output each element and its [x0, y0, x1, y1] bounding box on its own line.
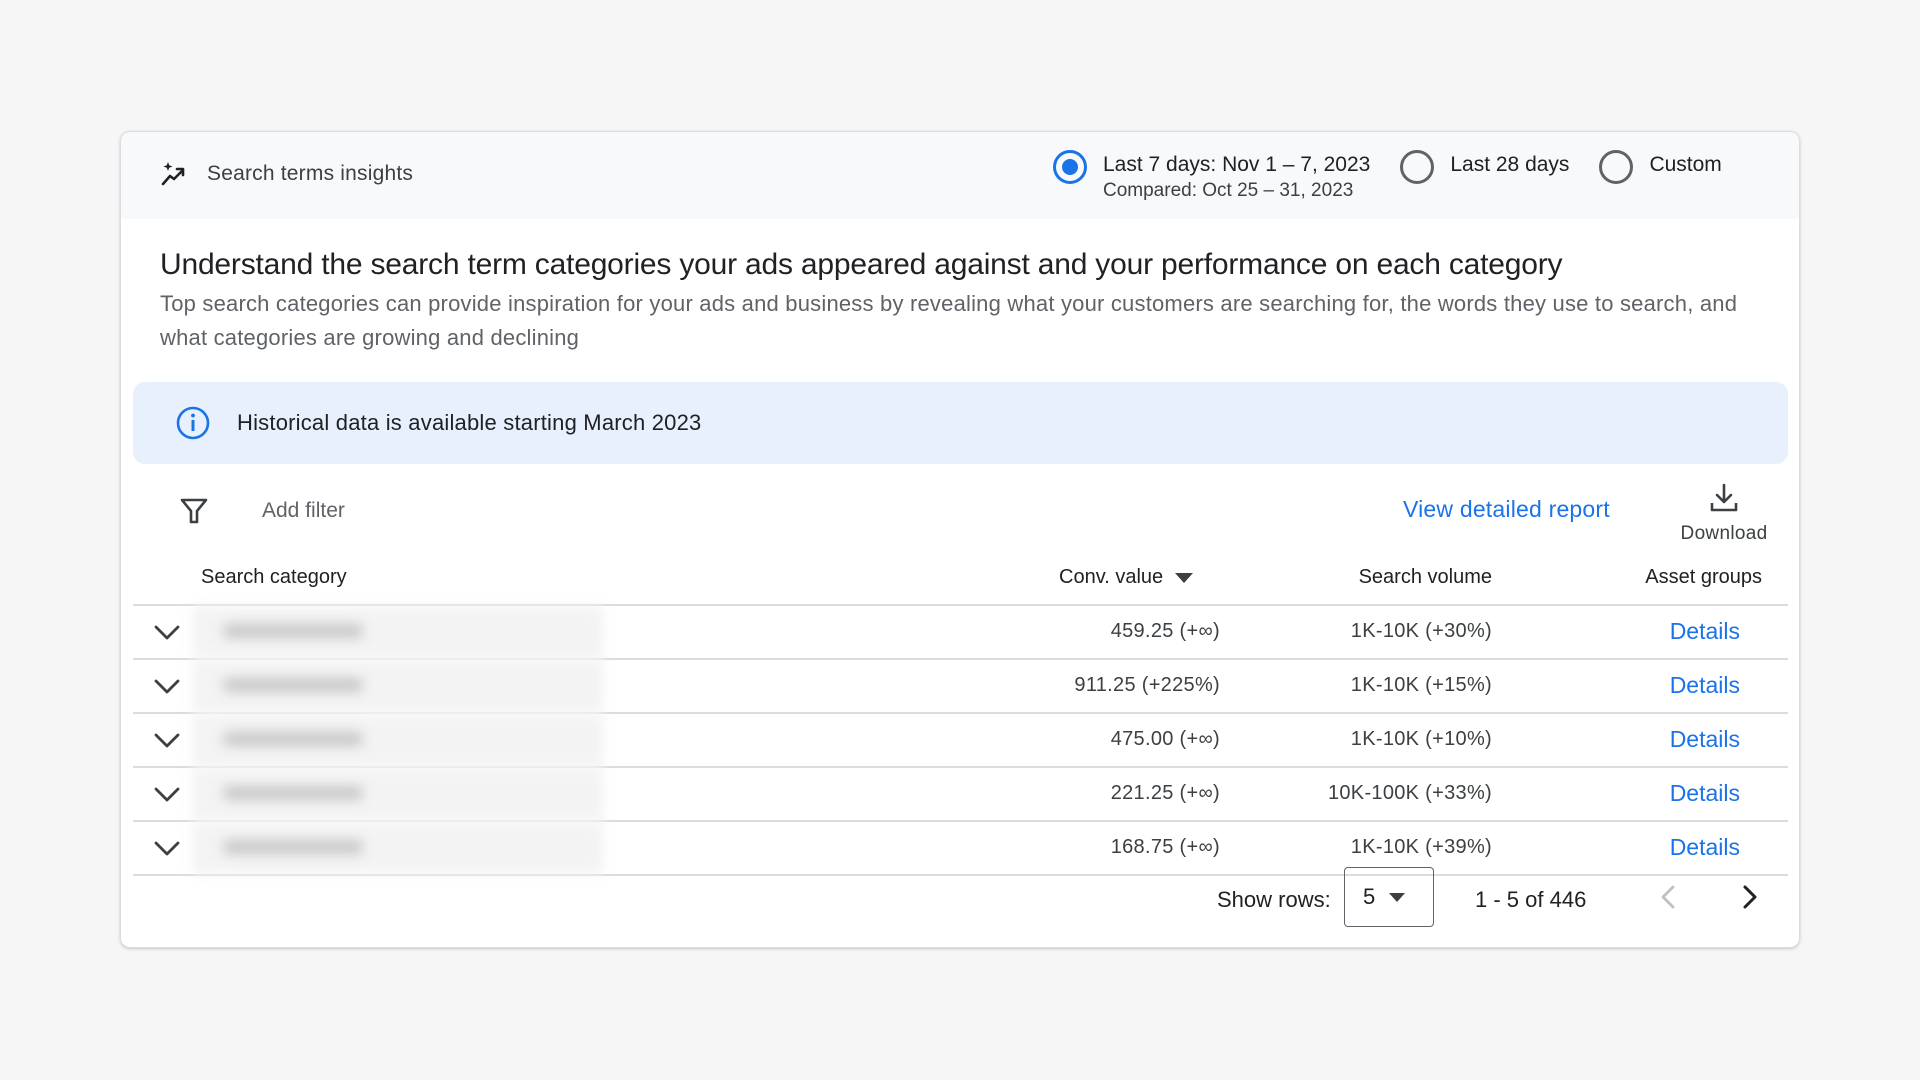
date-range-comparison-label: Compared: Oct 25 – 31, 2023 — [1103, 180, 1354, 201]
chevron-left-icon[interactable] — [1651, 879, 1687, 915]
search-volume-cell: 1K-10K (+30%) — [1350, 620, 1492, 642]
download-button[interactable]: Download — [1674, 482, 1774, 545]
column-header-conv-value[interactable]: Conv. value — [1059, 566, 1194, 589]
search-volume-cell: 1K-10K (+10%) — [1350, 728, 1492, 750]
download-icon — [1710, 483, 1738, 512]
date-range-last-7-days-label: Last 7 days: Nov 1 – 7, 2023 — [1103, 153, 1371, 176]
date-range-last-28-days[interactable]: Last 28 days — [1400, 150, 1569, 202]
radio-selected-icon[interactable] — [1053, 150, 1087, 184]
pagination-range: 1 - 5 of 446 — [1475, 887, 1587, 912]
radio-unselected-icon[interactable] — [1400, 150, 1435, 184]
info-icon — [176, 406, 210, 440]
conv-value-cell: 221.25 (+∞) — [1110, 782, 1220, 804]
card-title: Search terms insights — [159, 159, 413, 189]
column-header-search-category[interactable]: Search category — [201, 566, 347, 589]
asset-groups-details-link[interactable]: Details — [1670, 780, 1740, 807]
date-range-custom[interactable]: Custom — [1599, 150, 1722, 202]
search-volume-cell: 10K-100K (+33%) — [1327, 782, 1492, 804]
table-row: 459.25 (+∞) 1K-10K (+30%) Details — [133, 606, 1788, 660]
date-range-last-7-days[interactable]: Last 7 days: Nov 1 – 7, 2023 Compared: O… — [1053, 150, 1370, 202]
search-volume-cell: 1K-10K (+39%) — [1350, 836, 1492, 858]
search-category-redacted — [193, 768, 603, 820]
table-row: 221.25 (+∞) 10K-100K (+33%) Details — [133, 768, 1788, 822]
date-range-custom-label: Custom — [1649, 153, 1722, 176]
chevron-right-icon[interactable] — [1732, 879, 1768, 915]
info-banner: Historical data is available starting Ma… — [133, 382, 1788, 464]
table-header: Search category Conv. value Search volum… — [133, 552, 1788, 606]
chevron-down-icon[interactable] — [151, 778, 183, 810]
trending-sparkle-icon — [161, 162, 185, 186]
search-terms-insights-card: Search terms insights Last 7 days: Nov 1… — [120, 131, 1800, 948]
search-category-redacted — [193, 660, 603, 712]
column-header-conv-value-label: Conv. value — [1059, 566, 1164, 588]
column-header-search-volume[interactable]: Search volume — [1359, 566, 1492, 589]
asset-groups-details-link[interactable]: Details — [1670, 618, 1740, 645]
asset-groups-details-link[interactable]: Details — [1670, 726, 1740, 753]
conv-value-cell: 911.25 (+225%) — [1074, 674, 1220, 696]
info-banner-text: Historical data is available starting Ma… — [237, 410, 702, 435]
radio-unselected-icon[interactable] — [1599, 150, 1634, 184]
search-category-table: Search category Conv. value Search volum… — [133, 552, 1788, 876]
filter-icon[interactable] — [179, 496, 209, 526]
view-detailed-report-link[interactable]: View detailed report — [1403, 496, 1610, 523]
date-range-last-28-days-label: Last 28 days — [1450, 153, 1570, 176]
sort-descending-icon — [1175, 572, 1194, 583]
table-pagination: Show rows: 5 1 - 5 of 446 — [121, 867, 1799, 937]
conv-value-cell: 459.25 (+∞) — [1110, 620, 1220, 642]
conv-value-cell: 475.00 (+∞) — [1110, 728, 1220, 750]
search-volume-cell: 1K-10K (+15%) — [1350, 674, 1492, 696]
date-range-selector: Last 7 days: Nov 1 – 7, 2023 Compared: O… — [1053, 150, 1722, 202]
download-label: Download — [1680, 523, 1768, 544]
search-category-redacted — [193, 606, 603, 658]
caret-down-icon — [1389, 892, 1406, 902]
column-header-asset-groups: Asset groups — [1645, 566, 1762, 588]
table-toolbar: Add filter View detailed report Download — [121, 482, 1799, 552]
chevron-down-icon[interactable] — [151, 670, 183, 702]
show-rows-label: Show rows: — [1217, 887, 1331, 912]
card-header: Search terms insights Last 7 days: Nov 1… — [121, 132, 1799, 219]
rows-per-page-select[interactable]: 5 — [1344, 867, 1434, 927]
asset-groups-details-link[interactable]: Details — [1670, 834, 1740, 861]
table-row: 475.00 (+∞) 1K-10K (+10%) Details — [133, 714, 1788, 768]
chevron-down-icon[interactable] — [151, 832, 183, 864]
section-headline: Understand the search term categories yo… — [160, 248, 1563, 281]
chevron-down-icon[interactable] — [151, 616, 183, 648]
rows-per-page-value: 5 — [1363, 884, 1376, 909]
add-filter-button[interactable]: Add filter — [262, 499, 345, 523]
asset-groups-details-link[interactable]: Details — [1670, 672, 1740, 699]
chevron-down-icon[interactable] — [151, 724, 183, 756]
card-title-text: Search terms insights — [207, 162, 414, 185]
section-description: Top search categories can provide inspir… — [160, 291, 1738, 350]
search-category-redacted — [193, 714, 603, 766]
conv-value-cell: 168.75 (+∞) — [1110, 836, 1220, 858]
table-row: 911.25 (+225%) 1K-10K (+15%) Details — [133, 660, 1788, 714]
